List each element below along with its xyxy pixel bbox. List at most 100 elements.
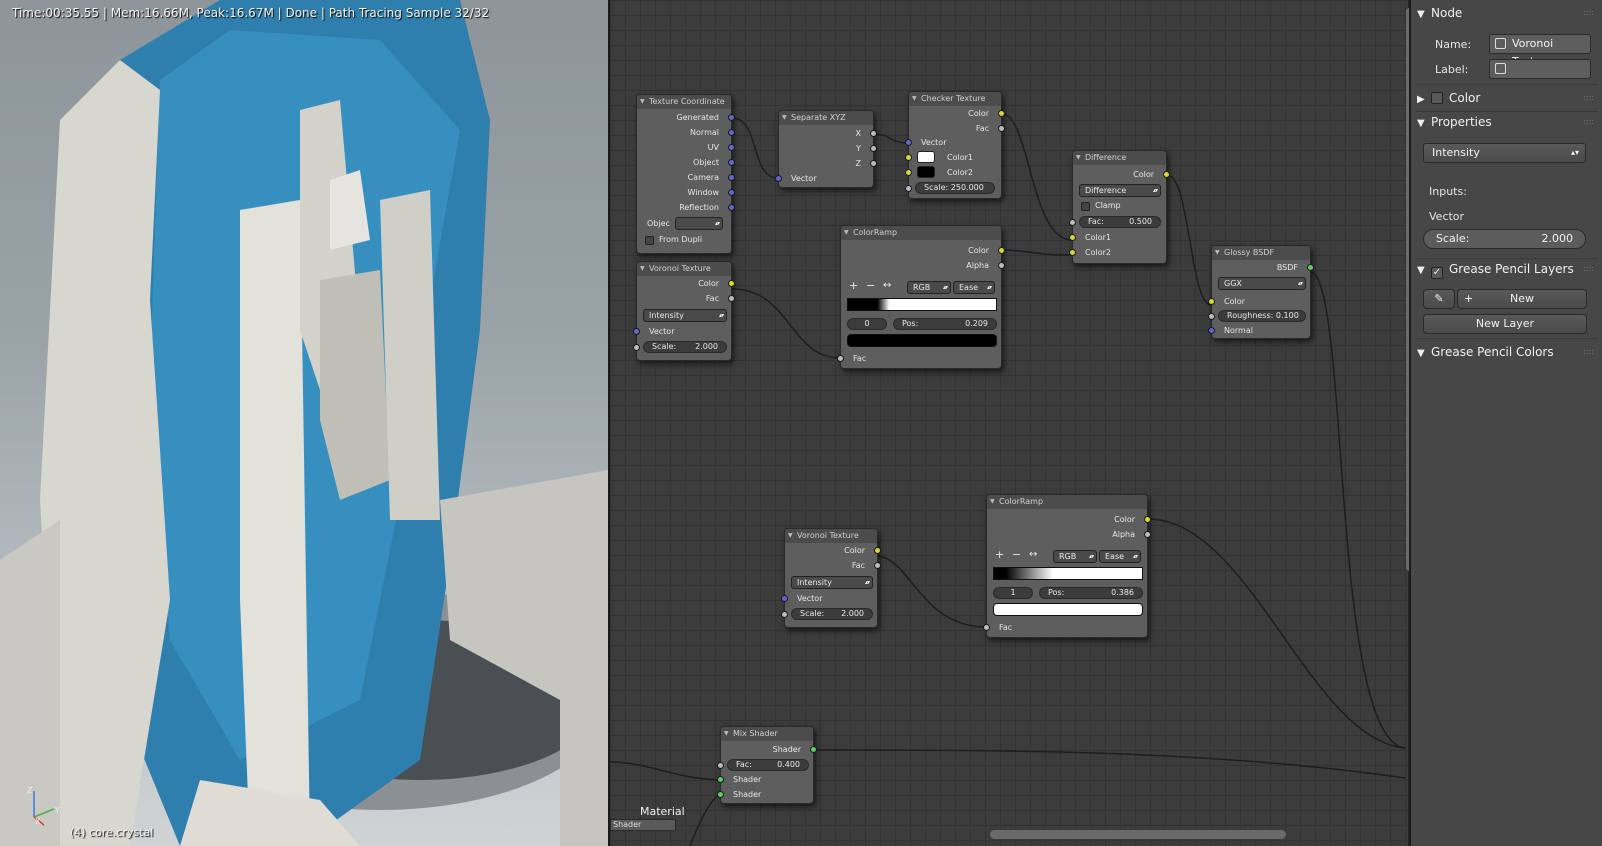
color-panel-header[interactable]: ▶ Color:::: <box>1417 87 1598 109</box>
socket-dot[interactable] <box>870 130 877 137</box>
color2-swatch[interactable] <box>917 166 935 178</box>
node-editor[interactable]: Texture Coordinate Generated Normal UV O… <box>608 0 1408 846</box>
socket-dot[interactable] <box>810 746 817 753</box>
socket-dot[interactable] <box>870 145 877 152</box>
node-mix-shader[interactable]: Mix Shader Shader Fac: 0.400 Shader Shade… <box>717 726 817 804</box>
socket-dot[interactable] <box>1069 249 1076 256</box>
roughness-field[interactable]: Roughness: 0.100 <box>1218 310 1306 322</box>
socket-dot[interactable] <box>717 776 724 783</box>
from-dupli-checkbox[interactable] <box>645 236 654 245</box>
flip-ramp-icon[interactable]: ↔ <box>1029 550 1037 560</box>
socket-dot[interactable] <box>1144 531 1151 538</box>
flip-ramp-icon[interactable]: ↔ <box>883 281 891 291</box>
scale-slider[interactable]: Scale: 2.000 <box>1423 229 1586 249</box>
color-ramp-gradient[interactable] <box>993 567 1143 580</box>
socket-dot[interactable] <box>905 139 912 146</box>
interpolation-select[interactable]: Ease <box>1099 550 1141 563</box>
socket-dot[interactable] <box>775 175 782 182</box>
coloring-select[interactable]: Intensity <box>643 309 727 322</box>
socket-dot[interactable] <box>1208 313 1215 320</box>
add-stop-icon[interactable]: + <box>995 549 1004 560</box>
clamp-checkbox[interactable] <box>1081 202 1090 211</box>
socket-dot[interactable] <box>1208 298 1215 305</box>
socket-dot[interactable] <box>1069 219 1076 226</box>
gp-layers-header[interactable]: ▼ ✓ Grease Pencil Layers:::: <box>1417 258 1598 280</box>
socket-dot[interactable] <box>983 624 990 631</box>
socket-dot[interactable] <box>870 160 877 167</box>
socket-dot[interactable] <box>998 247 1005 254</box>
scale-field[interactable]: Scale: 2.000 <box>643 341 727 353</box>
gp-layers-checkbox[interactable]: ✓ <box>1431 267 1443 279</box>
new-gp-data-button[interactable]: + New <box>1457 289 1587 309</box>
interpolation-select[interactable]: Ease <box>953 281 995 294</box>
color-toggle-checkbox[interactable] <box>1431 92 1443 104</box>
blend-mode-select[interactable]: Difference <box>1079 184 1161 197</box>
socket-dot[interactable] <box>1069 234 1076 241</box>
socket-dot[interactable] <box>1163 171 1170 178</box>
socket-dot[interactable] <box>728 280 735 287</box>
socket-dot[interactable] <box>728 174 735 181</box>
stop-color-swatch[interactable] <box>847 334 997 347</box>
socket-dot[interactable] <box>905 185 912 192</box>
socket-dot[interactable] <box>728 204 735 211</box>
socket-dot[interactable] <box>1144 516 1151 523</box>
scale-field[interactable]: Scale: 2.000 <box>791 608 873 620</box>
node-name-field[interactable]: Voronoi Textu... <box>1489 34 1591 68</box>
node-colorramp-2[interactable]: ColorRamp Color Alpha + − ↔ RGB Ease 1 P… <box>983 494 1151 638</box>
socket-dot[interactable] <box>717 762 724 769</box>
drag-grip-icon[interactable]: :::: <box>1583 258 1594 280</box>
color-ramp-gradient[interactable] <box>847 298 997 311</box>
node-panel-header[interactable]: ▼ Node:::: <box>1417 2 1598 24</box>
socket-dot[interactable] <box>998 262 1005 269</box>
render-viewport[interactable]: Time:00:35.55 | Mem:16.66M, Peak:16.67M … <box>0 0 608 846</box>
position-field[interactable]: Pos: 0.386 <box>1039 587 1143 599</box>
stop-color-swatch[interactable] <box>993 603 1143 616</box>
color1-swatch[interactable] <box>917 151 935 163</box>
node-separate-xyz[interactable]: Separate XYZ X Y Z Vector <box>775 110 877 188</box>
socket-dot[interactable] <box>998 125 1005 132</box>
node-voronoi-texture-2[interactable]: Voronoi Texture Color Fac Intensity Vect… <box>781 528 881 628</box>
stop-index-field[interactable]: 0 <box>847 318 887 330</box>
object-picker[interactable] <box>675 217 723 230</box>
fac-field[interactable]: Fac: 0.500 <box>1079 216 1161 228</box>
socket-dot[interactable] <box>837 355 844 362</box>
gp-colors-header[interactable]: ▼ Grease Pencil Colors:::: <box>1417 341 1598 363</box>
distribution-select[interactable]: GGX <box>1218 277 1306 290</box>
remove-stop-icon[interactable]: − <box>866 280 875 291</box>
socket-dot[interactable] <box>633 344 640 351</box>
socket-dot[interactable] <box>874 547 881 554</box>
coloring-dropdown[interactable]: Intensity ▴▾ <box>1423 143 1586 163</box>
coloring-select[interactable]: Intensity <box>791 576 873 589</box>
drag-grip-icon[interactable]: :::: <box>1583 87 1594 109</box>
socket-dot[interactable] <box>728 114 735 121</box>
node-difference[interactable]: Difference Color Difference Clamp Fac: 0.… <box>1069 150 1170 264</box>
socket-dot[interactable] <box>717 791 724 798</box>
fac-field[interactable]: Fac: 0.400 <box>727 759 809 771</box>
properties-panel-header[interactable]: ▼ Properties:::: <box>1417 111 1598 133</box>
socket-dot[interactable] <box>728 189 735 196</box>
socket-dot[interactable] <box>633 328 640 335</box>
add-stop-icon[interactable]: + <box>849 280 858 291</box>
socket-dot[interactable] <box>728 159 735 166</box>
socket-dot[interactable] <box>874 562 881 569</box>
node-label-field[interactable] <box>1489 59 1591 79</box>
stop-index-field[interactable]: 1 <box>993 587 1033 599</box>
remove-stop-icon[interactable]: − <box>1012 549 1021 560</box>
node-colorramp[interactable]: ColorRamp Color Alpha + − ↔ RGB Ease 0 P… <box>837 225 1005 369</box>
socket-dot[interactable] <box>781 595 788 602</box>
node-texture-coordinate[interactable]: Texture Coordinate Generated Normal UV O… <box>636 94 735 254</box>
socket-dot[interactable] <box>1307 264 1314 271</box>
socket-dot[interactable] <box>905 154 912 161</box>
drag-grip-icon[interactable]: :::: <box>1583 111 1594 133</box>
position-field[interactable]: Pos: 0.209 <box>893 318 997 330</box>
drag-grip-icon[interactable]: :::: <box>1583 341 1594 363</box>
socket-dot[interactable] <box>728 295 735 302</box>
socket-dot[interactable] <box>905 169 912 176</box>
new-layer-button[interactable]: New Layer <box>1423 314 1587 334</box>
drag-grip-icon[interactable]: :::: <box>1583 2 1594 24</box>
node-checker-texture[interactable]: Checker Texture Color Fac Vector Color1 … <box>905 91 1005 199</box>
scale-field[interactable]: Scale: 250.000 <box>915 182 995 194</box>
socket-dot[interactable] <box>1208 327 1215 334</box>
socket-dot[interactable] <box>998 110 1005 117</box>
socket-dot[interactable] <box>781 611 788 618</box>
